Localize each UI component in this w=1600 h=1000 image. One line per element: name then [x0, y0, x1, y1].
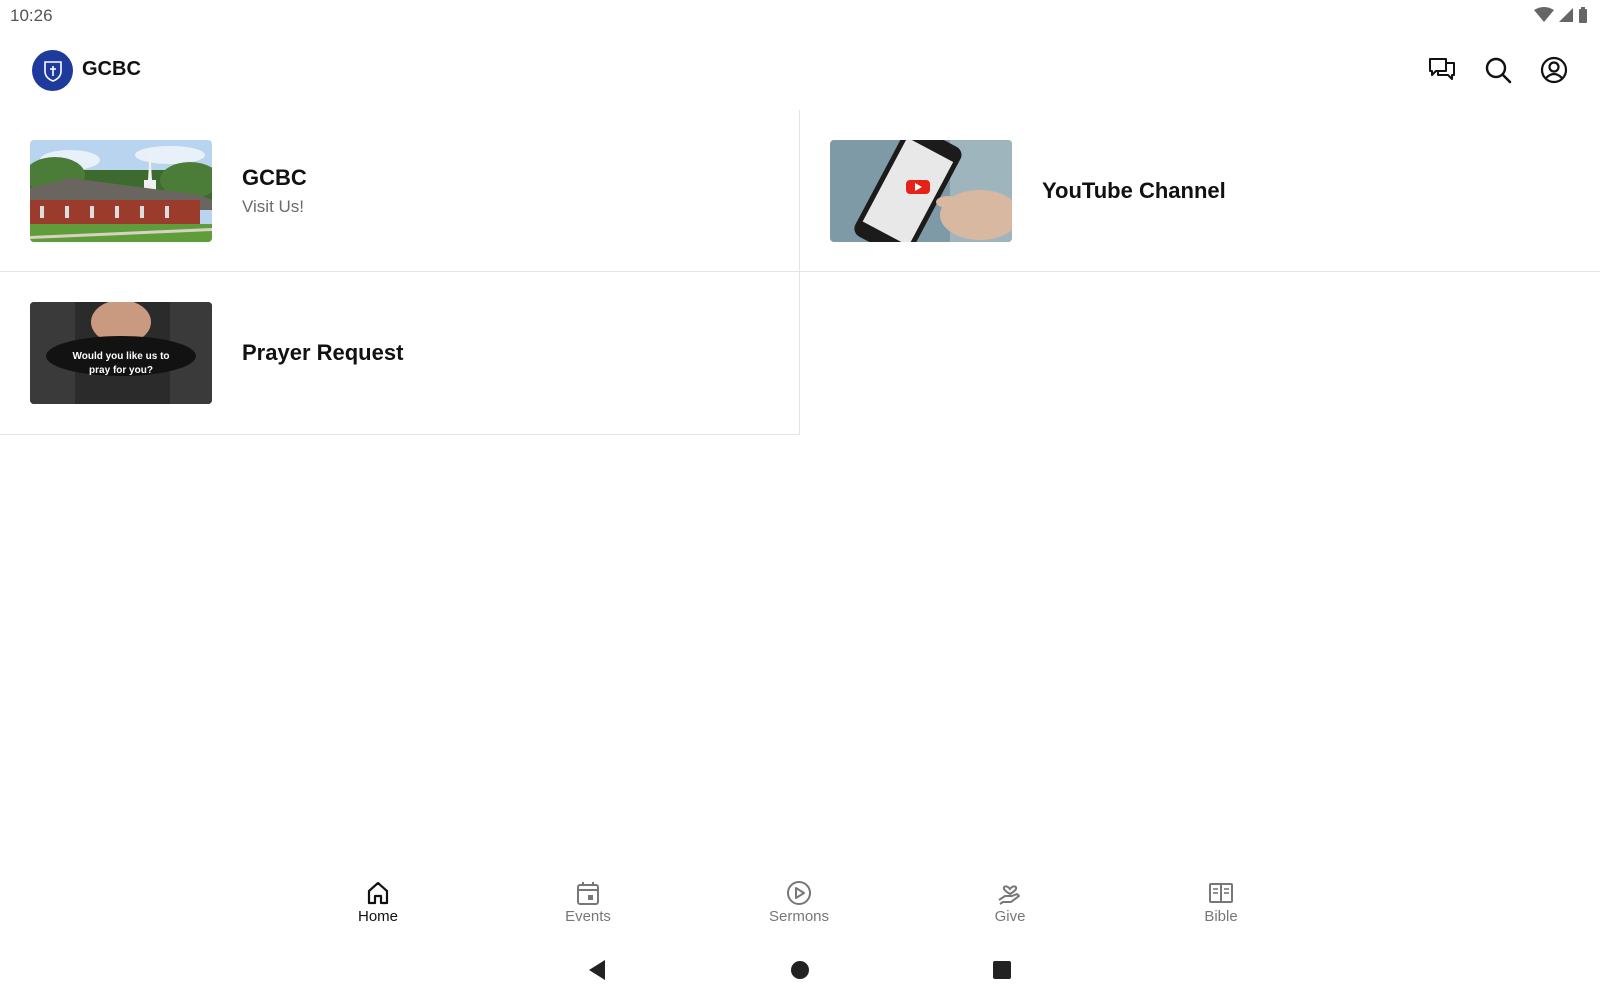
system-navigation — [0, 950, 1600, 990]
nav-home[interactable]: Home — [323, 880, 433, 925]
cellular-signal-icon — [1559, 8, 1573, 22]
chat-bubbles-icon — [1429, 58, 1455, 80]
search-button[interactable] — [1482, 54, 1514, 86]
card-gcbc[interactable]: GCBC Visit Us! — [0, 110, 800, 272]
content-grid: GCBC Visit Us! YouTube Channel Would you… — [0, 110, 1600, 435]
book-open-icon — [1209, 883, 1233, 903]
back-triangle-icon — [589, 960, 605, 980]
status-time: 10:26 — [10, 6, 53, 25]
give-hand-icon — [998, 885, 1020, 905]
nav-give[interactable]: Give — [955, 880, 1065, 925]
nav-sermons[interactable]: Sermons — [744, 880, 854, 925]
recents-square-icon — [993, 961, 1011, 979]
messages-button[interactable] — [1426, 54, 1458, 86]
card-text: Prayer Request — [242, 272, 403, 434]
wifi-icon — [1534, 7, 1554, 22]
system-recents-button[interactable] — [990, 958, 1014, 982]
home-icon — [367, 881, 389, 905]
nav-label: Events — [565, 908, 611, 925]
card-prayer-request[interactable]: Would you like us to pray for you? Praye… — [0, 272, 800, 435]
nav-events[interactable]: Events — [533, 880, 643, 925]
nav-label: Give — [994, 908, 1026, 925]
thumbnail-caption: Would you like us to pray for you? — [30, 350, 212, 378]
caption-line-2: pray for you? — [89, 365, 153, 376]
shield-cross-icon — [43, 60, 62, 82]
nav-bible[interactable]: Bible — [1166, 880, 1276, 925]
home-circle-icon — [791, 961, 809, 979]
card-youtube-channel[interactable]: YouTube Channel — [800, 110, 1600, 272]
account-circle-icon — [1540, 56, 1568, 84]
search-icon — [1485, 57, 1512, 84]
card-title: YouTube Channel — [1042, 177, 1226, 203]
card-subtitle: Visit Us! — [242, 196, 305, 216]
caption-line-1: Would you like us to — [72, 351, 170, 362]
app-bar: GCBC — [0, 40, 1600, 102]
card-text: YouTube Channel — [1042, 110, 1226, 271]
church-building-thumbnail — [30, 140, 212, 242]
praying-hands-thumbnail: Would you like us to pray for you? — [30, 302, 212, 404]
battery-icon — [1579, 7, 1587, 23]
calendar-icon — [577, 882, 599, 905]
nav-label: Home — [357, 908, 398, 925]
play-circle-icon — [787, 881, 811, 905]
app-actions — [1426, 54, 1570, 86]
card-title: Prayer Request — [242, 340, 404, 365]
system-home-button[interactable] — [788, 958, 812, 982]
status-bar: 10:26 — [0, 0, 1600, 30]
church-logo[interactable] — [32, 50, 73, 91]
status-icons — [1534, 7, 1588, 23]
card-title: GCBC — [242, 164, 307, 190]
profile-button[interactable] — [1538, 54, 1570, 86]
nav-label: Sermons — [768, 908, 830, 925]
app-title: GCBC — [82, 58, 141, 80]
system-back-button[interactable] — [585, 958, 609, 982]
bottom-navigation: Home Events Sermons Give Bible — [0, 870, 1600, 940]
nav-label: Bible — [1204, 908, 1238, 925]
card-text: GCBC Visit Us! — [242, 110, 307, 271]
phone-youtube-thumbnail — [830, 140, 1012, 242]
